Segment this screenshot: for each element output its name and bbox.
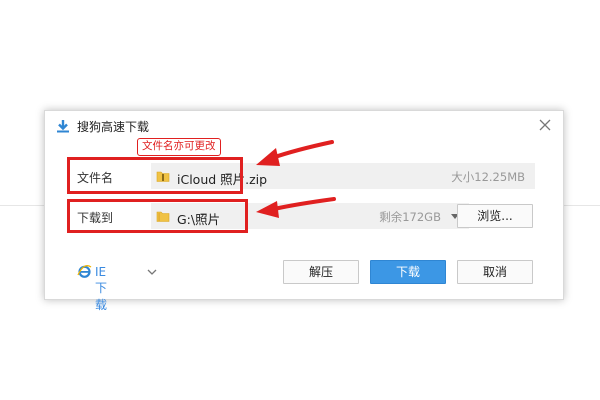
download-icon xyxy=(57,120,69,133)
page: 搜狗高速下载 文件名 iCloud 照片.zip 大小12.25MB 下载到 G… xyxy=(0,0,600,400)
chevron-down-icon[interactable] xyxy=(145,265,159,279)
path-highlight-box xyxy=(67,199,248,233)
extract-button[interactable]: 解压 xyxy=(283,260,359,284)
dialog-title-bar: 搜狗高速下载 xyxy=(45,111,563,141)
red-arrow-icon xyxy=(256,140,334,166)
ie-download-label: IE下载 xyxy=(95,265,108,312)
download-button[interactable]: 下载 xyxy=(370,260,446,284)
filename-highlight-box xyxy=(67,157,243,194)
browse-button[interactable]: 浏览... xyxy=(457,204,533,228)
close-icon[interactable] xyxy=(537,117,553,133)
free-space: 剩余172GB xyxy=(379,210,441,224)
file-size: 大小12.25MB xyxy=(451,170,525,184)
cancel-button[interactable]: 取消 xyxy=(457,260,533,284)
dialog-title: 搜狗高速下载 xyxy=(77,120,150,134)
ie-icon xyxy=(77,264,92,278)
red-arrow-icon xyxy=(256,197,336,218)
annotation-note: 文件名亦可更改 xyxy=(137,138,221,156)
